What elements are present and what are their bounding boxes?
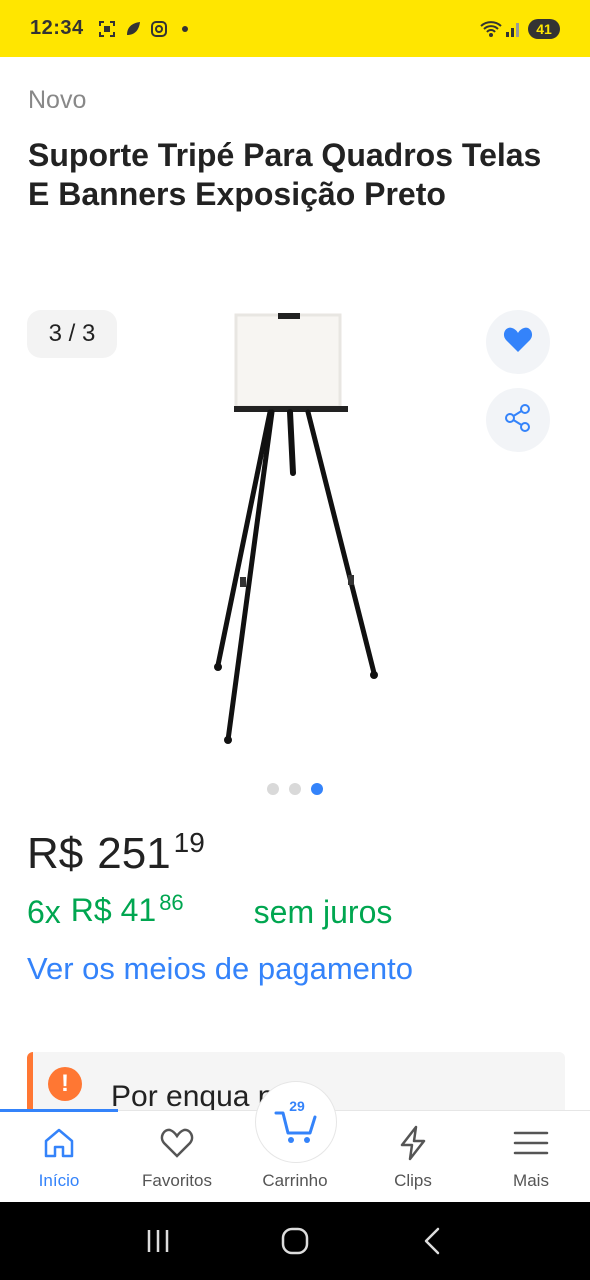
instagram-icon <box>150 20 168 38</box>
recent-apps-button[interactable] <box>138 1221 178 1261</box>
price-currency: R$ <box>27 829 84 878</box>
nav-item-home[interactable]: Início <box>0 1111 118 1203</box>
installments-count: 6x <box>27 894 61 930</box>
product-image[interactable] <box>190 295 380 745</box>
gallery-pagination <box>0 783 590 795</box>
home-system-button[interactable] <box>275 1221 315 1261</box>
payment-methods-link[interactable]: Ver os meios de pagamento <box>27 948 413 990</box>
system-nav-bar <box>0 1202 590 1280</box>
nav-item-clips[interactable]: Clips <box>354 1111 472 1203</box>
home-icon <box>41 1125 77 1161</box>
status-icons-left <box>98 20 194 38</box>
screenshot-icon <box>98 20 116 38</box>
nav-item-more[interactable]: Mais <box>472 1111 590 1203</box>
heart-filled-icon <box>503 326 533 359</box>
status-right: 41 <box>480 18 560 39</box>
cart-bubble[interactable]: 29 <box>255 1081 337 1163</box>
warning-icon: ! <box>48 1067 82 1101</box>
favorite-button[interactable] <box>486 310 550 374</box>
cart-badge: 29 <box>289 1098 305 1114</box>
installments-cents: 86 <box>159 890 184 915</box>
nav-label-favorites: Favoritos <box>142 1171 212 1190</box>
price-cents: 19 <box>173 827 205 858</box>
nav-label-cart: Carrinho <box>262 1171 328 1190</box>
nav-label-more: Mais <box>513 1171 549 1190</box>
nav-label-clips: Clips <box>394 1171 432 1190</box>
leaf-icon <box>124 20 142 38</box>
share-button[interactable] <box>486 388 550 452</box>
nav-item-cart[interactable]: 29 Carrinho <box>236 1081 354 1203</box>
heart-icon <box>159 1125 195 1161</box>
dot-icon <box>176 20 194 38</box>
nav-label-home: Início <box>38 1171 80 1190</box>
status-bar: 12:34 41 <box>0 0 590 57</box>
pagination-dot[interactable] <box>289 783 301 795</box>
product-title: Suporte Tripé Para Quadros Telas E Banne… <box>28 137 542 212</box>
menu-icon <box>513 1125 549 1161</box>
image-counter: 3 / 3 <box>27 310 117 358</box>
bottom-nav: Início Favoritos 29 Carrinho Clips Mais <box>0 1081 590 1203</box>
condition-label: Novo <box>28 86 87 114</box>
lightning-icon <box>395 1125 431 1161</box>
pagination-dot[interactable] <box>267 783 279 795</box>
share-icon <box>503 403 533 438</box>
pagination-dot-active[interactable] <box>311 783 323 795</box>
installments: 6x R$ 41 86 sem juros <box>27 890 567 934</box>
nav-item-favorites[interactable]: Favoritos <box>118 1111 236 1203</box>
installments-interest: sem juros <box>253 894 393 930</box>
wifi-icon <box>480 20 502 38</box>
installments-amount: R$ 41 <box>70 892 157 928</box>
cart-icon <box>274 1109 318 1150</box>
price-integer: 251 <box>97 829 171 878</box>
back-button[interactable] <box>412 1221 452 1261</box>
status-time: 12:34 <box>30 17 84 39</box>
signal-icon <box>504 20 522 38</box>
image-gallery[interactable]: 3 / 3 <box>0 285 590 765</box>
price: R$ 251 19 <box>27 826 205 882</box>
battery-icon: 41 <box>528 18 560 39</box>
